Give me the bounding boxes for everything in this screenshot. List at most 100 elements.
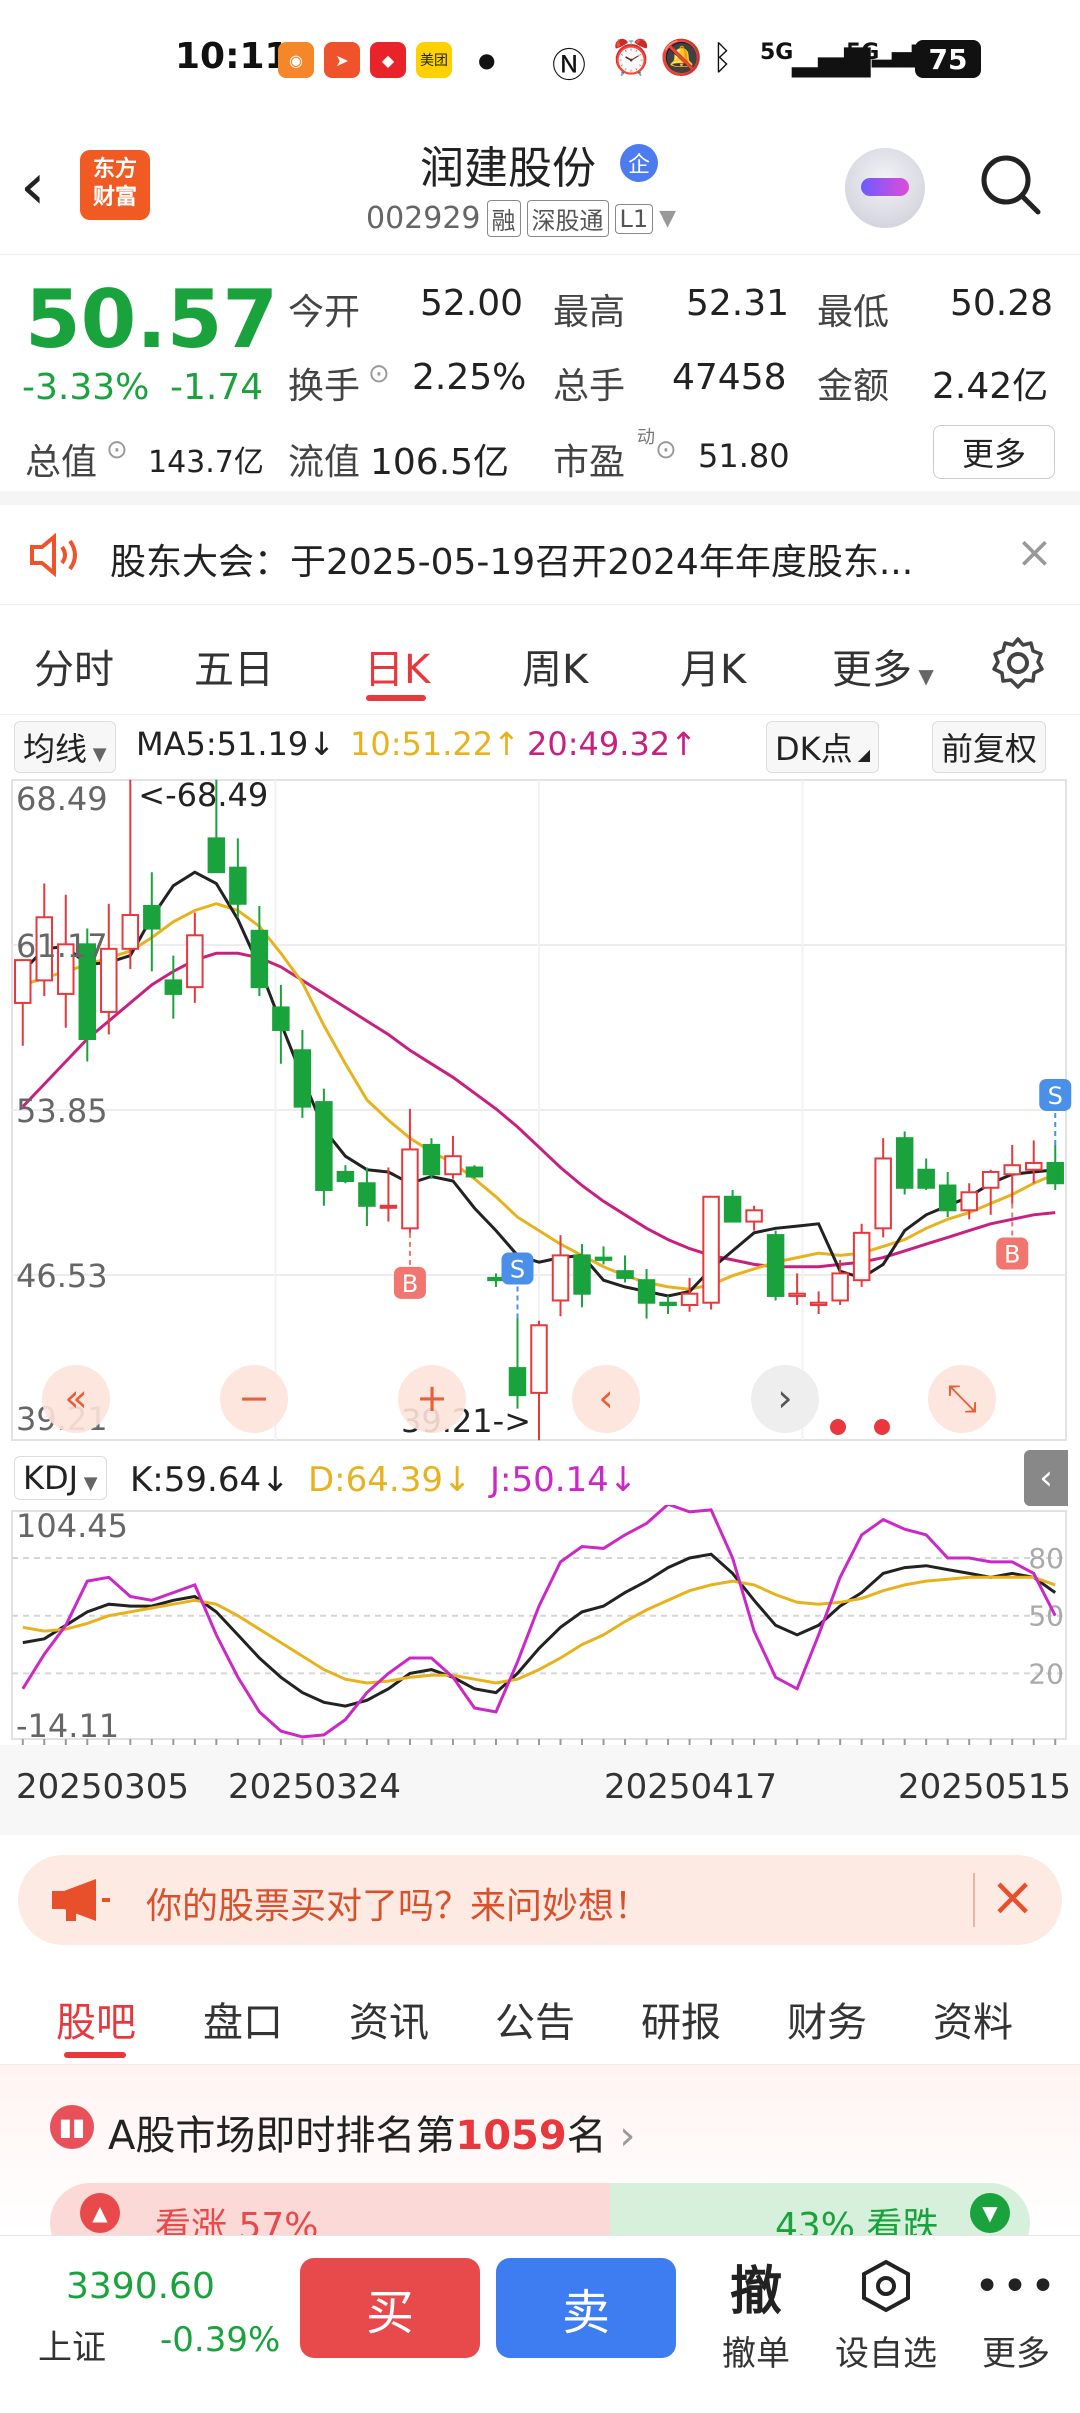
down-arrow-icon: ▼ — [970, 2193, 1010, 2233]
rank-number: 1059 — [455, 2113, 567, 2159]
left-icon[interactable]: ‹ — [572, 1365, 640, 1433]
kline-tabs: 分时 五日 日K 周K 月K 更多 ▼ — [0, 605, 1080, 715]
candle — [702, 1195, 720, 1310]
sync-app-icon: ◉ — [278, 42, 314, 78]
dk-point-selector[interactable]: DK点 ◢ — [766, 721, 880, 773]
change-amount: -1.74 — [170, 367, 264, 408]
candle — [336, 1165, 355, 1184]
candle — [508, 1318, 527, 1409]
tab-daily-k[interactable]: 日K — [364, 637, 430, 695]
speaker-icon — [30, 533, 77, 577]
candle-body — [1003, 1164, 1021, 1176]
tab-profile[interactable]: 资料 — [933, 1990, 1013, 2048]
candle — [981, 1169, 1000, 1215]
candle — [1024, 1140, 1043, 1184]
info-icon[interactable]: ⊙ — [655, 435, 677, 465]
float-mv-value: 106.5亿 — [370, 442, 510, 483]
candle — [444, 1135, 462, 1179]
candle-body — [573, 1254, 591, 1295]
kline-chart[interactable]: BSBS 68.4961.1753.8546.5339.21<-68.4939.… — [0, 775, 1080, 1455]
more-quote-button[interactable]: 更多 — [933, 425, 1055, 479]
tag-margin: 融 — [486, 200, 521, 237]
gear-icon[interactable] — [990, 635, 1046, 691]
tab-weekly-k[interactable]: 周K — [522, 637, 588, 695]
index-ticker[interactable]: 3390.60 上证 -0.39% — [0, 2236, 290, 2413]
tab-financials[interactable]: 财务 — [787, 1990, 867, 2048]
candle — [594, 1246, 613, 1265]
more-button[interactable]: ••• 更多 — [956, 2246, 1076, 2375]
candle — [616, 1255, 634, 1283]
eastmoney-logo[interactable]: 东方财富 — [80, 150, 150, 220]
corner-caret-icon: ◢ — [852, 745, 871, 764]
candle-body — [616, 1270, 634, 1279]
high-label: 最高 — [553, 292, 626, 333]
candle-body — [938, 1184, 957, 1212]
ask-ad-banner[interactable]: 你的股票买对了吗？来问妙想！ × — [18, 1855, 1062, 1945]
candle-body — [186, 934, 204, 989]
rank-panel[interactable]: ▮▮ A股市场即时排名第1059名 › ▲ 看涨 57% 43% 看跌 ▼ — [0, 2065, 1080, 2263]
add-watchlist-button[interactable]: 设自选 — [826, 2246, 946, 2375]
y-tick-label: 46.53 — [16, 1257, 108, 1295]
sell-button[interactable]: 卖 — [496, 2258, 676, 2358]
chevron-left-icon[interactable]: ‹ — [20, 150, 46, 224]
current-price: 50.57 — [25, 273, 279, 366]
candle — [766, 1230, 785, 1301]
volume-value: 47458 — [672, 357, 787, 398]
caret-down-icon: ▼ — [87, 744, 107, 765]
high-value: 52.31 — [686, 283, 790, 324]
tab-intraday[interactable]: 分时 — [34, 637, 114, 695]
tab-announcements[interactable]: 公告 — [495, 1990, 575, 2048]
tab-news[interactable]: 资讯 — [349, 1990, 429, 2048]
notice-banner[interactable]: 股东大会：于2025-05-19召开2024年年度股东... × — [0, 505, 1080, 605]
date-label: 20250305 — [16, 1767, 190, 1807]
tab-orderbook[interactable]: 盘口 — [203, 1990, 283, 2048]
info-icon[interactable]: ⊙ — [106, 435, 128, 465]
tab-research[interactable]: 研报 — [641, 1990, 721, 2048]
tab-forum[interactable]: 股吧 — [56, 1990, 136, 2048]
stock-code: 002929 — [366, 201, 481, 236]
indicator-selector[interactable]: KDJ ▼ — [14, 1456, 107, 1500]
candle-body — [680, 1292, 699, 1306]
candle-body — [745, 1209, 763, 1223]
tab-monthly-k[interactable]: 月K — [680, 637, 746, 695]
dk-point-label: DK点 — [775, 730, 853, 768]
buy-button[interactable]: 买 — [300, 2258, 480, 2358]
candle-body — [637, 1279, 656, 1304]
assistant-robot-icon[interactable] — [845, 148, 925, 228]
control-glyph: − — [238, 1376, 270, 1420]
info-icon[interactable]: ⊙ — [368, 359, 390, 389]
cancel-icon: 撤 — [729, 2261, 782, 2322]
close-icon[interactable]: × — [1016, 527, 1053, 578]
search-icon[interactable] — [978, 152, 1042, 216]
candle — [680, 1277, 699, 1312]
right-icon[interactable]: › — [751, 1365, 819, 1433]
kdj-d-value: D:64.39↓ — [308, 1460, 472, 1500]
close-icon[interactable]: × — [990, 1865, 1035, 1928]
candle — [1046, 1144, 1064, 1191]
expand-icon[interactable]: ⤡ — [928, 1365, 996, 1433]
candle — [422, 1138, 441, 1179]
double-left-icon[interactable]: « — [42, 1365, 110, 1433]
kdj-k-value: K:59.64↓ — [130, 1460, 290, 1500]
mute-icon: 🔕 — [660, 38, 703, 78]
candle-body — [250, 929, 269, 989]
candle-body — [121, 914, 140, 950]
candle-body — [336, 1170, 355, 1183]
collapse-panel-icon[interactable]: ‹ — [1024, 1450, 1068, 1506]
tab-more[interactable]: 更多 ▼ — [832, 637, 934, 695]
kdj-chart[interactable]: 80 50 20 104.45 -14.11 — [0, 1505, 1080, 1745]
rank-text: A股市场即时排名第1059名 › — [108, 2103, 635, 2161]
enterprise-badge: 企 — [620, 144, 658, 182]
cancel-order-button[interactable]: 撤 撤单 — [696, 2246, 816, 2375]
adjust-selector[interactable]: 前复权 — [932, 721, 1047, 773]
caret-down-icon[interactable]: ▼ — [659, 206, 676, 231]
tab-five-day[interactable]: 五日 — [194, 637, 274, 695]
candle — [831, 1259, 849, 1305]
minus-icon[interactable]: − — [220, 1365, 288, 1433]
plus-icon[interactable]: + — [398, 1365, 466, 1433]
candle-body — [358, 1182, 376, 1207]
candle-body — [809, 1301, 828, 1306]
stock-name[interactable]: 润建股份 — [420, 132, 596, 196]
stock-code-line[interactable]: 002929 融 深股通 L1 ▼ — [366, 200, 676, 237]
ma-selector[interactable]: 均线 ▼ — [14, 721, 116, 773]
